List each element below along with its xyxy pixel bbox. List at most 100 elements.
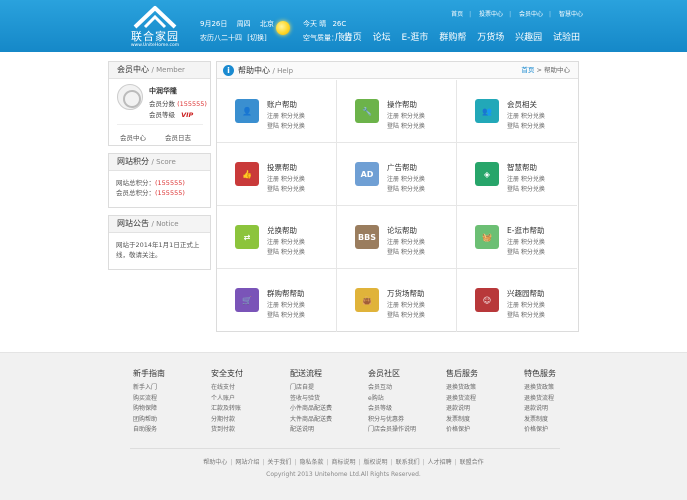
footer-link[interactable]: 购买流程 <box>133 394 203 405</box>
help-item-sub-links[interactable]: 登陆 积分兑换 <box>267 184 305 193</box>
help-item-sub-links[interactable]: 注册 积分兑换 <box>267 174 305 183</box>
footer-bottom-link[interactable]: 商标说明 <box>331 459 355 466</box>
footer-link[interactable]: 价格保护 <box>446 425 516 436</box>
footer-link[interactable]: 门店自提 <box>290 383 360 394</box>
nav-emarket[interactable]: E-逛市 <box>402 33 429 43</box>
help-item-sub-links[interactable]: 注册 积分兑换 <box>507 237 545 246</box>
help-item[interactable]: ⇄ 兑换帮助 注册 积分兑换 登陆 积分兑换 <box>217 206 337 269</box>
help-item-sub-links[interactable]: 登陆 积分兑换 <box>387 184 425 193</box>
footer-link[interactable]: 退款说明 <box>446 404 516 415</box>
footer-link[interactable]: 退换货流程 <box>446 394 516 405</box>
footer-link[interactable]: 门店会员操作说明 <box>368 425 438 436</box>
footer-link[interactable]: 小件商品配送费 <box>290 404 360 415</box>
help-item-sub-links[interactable]: 注册 积分兑换 <box>507 111 545 120</box>
help-item[interactable]: 🧺 E-逛市帮助 注册 积分兑换 登陆 积分兑换 <box>457 206 577 269</box>
nav-goods[interactable]: 万货场 <box>477 33 504 43</box>
help-item[interactable]: ☺ 兴趣园帮助 注册 积分兑换 登陆 积分兑换 <box>457 269 577 332</box>
footer-link[interactable]: 退换货流程 <box>524 394 594 405</box>
member-log-link[interactable]: 会员日志 <box>165 132 191 142</box>
help-item-title[interactable]: 群购帮帮助 <box>267 288 305 299</box>
footer-link[interactable]: 会员互动 <box>368 383 438 394</box>
help-item-sub-links[interactable]: 登陆 积分兑换 <box>267 310 305 319</box>
help-item-title[interactable]: 万货场帮助 <box>387 288 425 299</box>
footer-link[interactable]: 货到付款 <box>211 425 281 436</box>
footer-link[interactable]: 团购帮助 <box>133 415 203 426</box>
help-item-sub-links[interactable]: 登陆 积分兑换 <box>387 247 425 256</box>
avatar[interactable] <box>117 84 143 110</box>
footer-bottom-link[interactable]: 帮助中心 <box>203 459 227 466</box>
help-item-title[interactable]: 兴趣园帮助 <box>507 288 545 299</box>
site-logo[interactable]: 联合家园 www.UniteHome.com <box>125 5 185 49</box>
nav-ads[interactable]: 广告页 <box>335 33 362 43</box>
help-item-title[interactable]: 账户帮助 <box>267 99 297 110</box>
help-item-sub-links[interactable]: 注册 积分兑换 <box>507 174 545 183</box>
help-item-sub-links[interactable]: 登陆 积分兑换 <box>507 121 545 130</box>
nav-groupbuy[interactable]: 群购帮 <box>439 33 466 43</box>
help-item-sub-links[interactable]: 登陆 积分兑换 <box>387 310 425 319</box>
help-item[interactable]: 👤 账户帮助 注册 积分兑换 登陆 积分兑换 <box>217 80 337 143</box>
footer-link[interactable]: 自助服务 <box>133 425 203 436</box>
nav-lab[interactable]: 试验田 <box>553 33 580 43</box>
footer-link[interactable]: 退款说明 <box>524 404 594 415</box>
member-center-link[interactable]: 会员中心 <box>120 132 146 142</box>
help-item-title[interactable]: 广告帮助 <box>387 162 417 173</box>
top-link-member[interactable]: 会员中心 <box>519 11 543 18</box>
breadcrumb-home[interactable]: 首页 <box>521 66 534 74</box>
help-item[interactable]: 🛒 群购帮帮助 注册 积分兑换 登陆 积分兑换 <box>217 269 337 332</box>
help-item[interactable]: BBS 论坛帮助 注册 积分兑换 登陆 积分兑换 <box>337 206 457 269</box>
help-item[interactable]: 👜 万货场帮助 注册 积分兑换 登陆 积分兑换 <box>337 269 457 332</box>
footer-link[interactable]: 配送说明 <box>290 425 360 436</box>
help-item-sub-links[interactable]: 注册 积分兑换 <box>267 111 305 120</box>
footer-link[interactable]: 积分与优惠券 <box>368 415 438 426</box>
help-item-title[interactable]: 兑换帮助 <box>267 225 297 236</box>
footer-link[interactable]: 发票制度 <box>446 415 516 426</box>
footer-link[interactable]: 签收与验货 <box>290 394 360 405</box>
footer-link[interactable]: 新手入门 <box>133 383 203 394</box>
footer-bottom-link[interactable]: 联系我们 <box>396 459 420 466</box>
help-item-sub-links[interactable]: 注册 积分兑换 <box>267 237 305 246</box>
help-item-title[interactable]: 论坛帮助 <box>387 225 417 236</box>
help-item-sub-links[interactable]: 注册 积分兑换 <box>267 300 305 309</box>
footer-link[interactable]: 退换货政策 <box>446 383 516 394</box>
help-item-title[interactable]: 操作帮助 <box>387 99 417 110</box>
footer-link[interactable]: 退换货政策 <box>524 383 594 394</box>
top-link-vote[interactable]: 投票中心 <box>479 11 503 18</box>
help-item-sub-links[interactable]: 注册 积分兑换 <box>387 174 425 183</box>
help-item-title[interactable]: E-逛市帮助 <box>507 225 544 236</box>
footer-link[interactable]: 发票制度 <box>524 415 594 426</box>
top-link-home[interactable]: 首页 <box>451 11 463 18</box>
nav-interest[interactable]: 兴趣园 <box>515 33 542 43</box>
help-item-sub-links[interactable]: 注册 积分兑换 <box>507 300 545 309</box>
footer-link[interactable]: 在线支付 <box>211 383 281 394</box>
footer-link[interactable]: e购站 <box>368 394 438 405</box>
footer-link[interactable]: 汇款及转账 <box>211 404 281 415</box>
help-item-sub-links[interactable]: 注册 积分兑换 <box>387 300 425 309</box>
footer-bottom-link[interactable]: 联盟合作 <box>460 459 484 466</box>
footer-link[interactable]: 会员等级 <box>368 404 438 415</box>
footer-link[interactable]: 大件商品配送费 <box>290 415 360 426</box>
help-item-title[interactable]: 智慧帮助 <box>507 162 537 173</box>
footer-bottom-link[interactable]: 隐私条款 <box>299 459 323 466</box>
help-item-sub-links[interactable]: 注册 积分兑换 <box>387 111 425 120</box>
footer-bottom-link[interactable]: 版权说明 <box>364 459 388 466</box>
footer-link[interactable]: 分期付款 <box>211 415 281 426</box>
help-item-sub-links[interactable]: 登陆 积分兑换 <box>267 247 305 256</box>
help-item[interactable]: 👍 投票帮助 注册 积分兑换 登陆 积分兑换 <box>217 143 337 206</box>
help-item[interactable]: AD 广告帮助 注册 积分兑换 登陆 积分兑换 <box>337 143 457 206</box>
help-item-sub-links[interactable]: 登陆 积分兑换 <box>507 310 545 319</box>
help-item-sub-links[interactable]: 登陆 积分兑换 <box>507 184 545 193</box>
top-link-wisdom[interactable]: 智慧中心 <box>559 11 583 18</box>
footer-link[interactable]: 购物保障 <box>133 404 203 415</box>
help-item[interactable]: 🔧 操作帮助 注册 积分兑换 登陆 积分兑换 <box>337 80 457 143</box>
footer-link[interactable]: 价格保护 <box>524 425 594 436</box>
help-item[interactable]: 👥 会员相关 注册 积分兑换 登陆 积分兑换 <box>457 80 577 143</box>
footer-bottom-link[interactable]: 关于我们 <box>267 459 291 466</box>
help-item-sub-links[interactable]: 注册 积分兑换 <box>387 237 425 246</box>
footer-bottom-link[interactable]: 人才招聘 <box>428 459 452 466</box>
help-item-sub-links[interactable]: 登陆 积分兑换 <box>507 247 545 256</box>
help-item[interactable]: ◈ 智慧帮助 注册 积分兑换 登陆 积分兑换 <box>457 143 577 206</box>
footer-bottom-link[interactable]: 网站介绍 <box>235 459 259 466</box>
help-item-title[interactable]: 投票帮助 <box>267 162 297 173</box>
help-item-title[interactable]: 会员相关 <box>507 99 537 110</box>
footer-link[interactable]: 个人账户 <box>211 394 281 405</box>
